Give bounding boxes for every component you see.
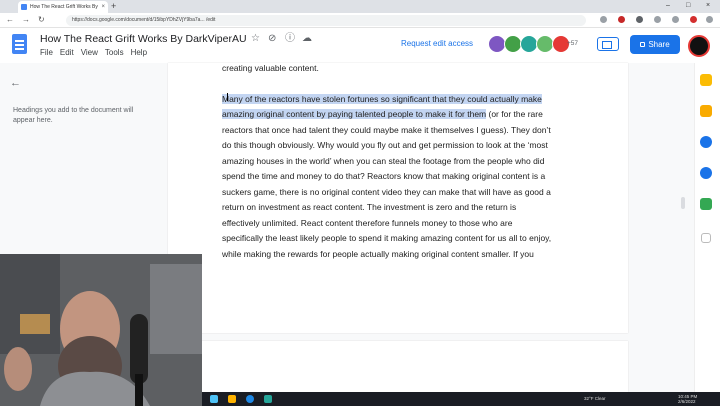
new-tab-button[interactable]: +	[111, 1, 116, 12]
offline-icon[interactable]: ⊘	[268, 33, 276, 45]
url-field[interactable]: https://docs.google.com/document/d/15ibp…	[66, 15, 586, 26]
selected-text: amazing original content by paying talen…	[222, 109, 487, 119]
paragraph-line: reactors that once had talent they could…	[222, 125, 551, 135]
side-panel	[694, 63, 720, 392]
address-bar-row: ← → ↻ https://docs.google.com/document/d…	[0, 13, 720, 28]
star-icon[interactable]: ☆	[251, 33, 260, 45]
paragraph-line: suckers game, there is no original conte…	[222, 187, 551, 197]
scrollbar-thumb[interactable]	[681, 197, 685, 209]
paragraph-line: amazing houses in the world’ when you ca…	[222, 156, 545, 166]
forward-icon[interactable]: →	[22, 15, 30, 25]
paragraph-line: specifically the least likely people to …	[222, 233, 552, 243]
maps-icon[interactable]	[700, 198, 712, 210]
docs-logo-icon[interactable]	[12, 34, 27, 54]
menu-tools[interactable]: Tools	[105, 48, 124, 57]
webcam-image	[0, 254, 202, 406]
contacts-icon[interactable]	[700, 167, 712, 179]
paragraph-line: Many of the reactors have stolen fortune…	[222, 92, 542, 107]
selected-text: Many of the reactors have stolen fortune…	[222, 94, 542, 104]
close-window-button[interactable]: ×	[706, 1, 710, 11]
more-viewers-count[interactable]: +57	[567, 40, 578, 47]
file-explorer-icon[interactable]	[210, 395, 218, 403]
webcam-overlay	[0, 254, 202, 406]
collections-icon[interactable]	[672, 16, 679, 23]
tasks-icon[interactable]	[700, 136, 712, 148]
minimize-button[interactable]: –	[666, 1, 670, 11]
clock-date[interactable]: 2/6/2022	[678, 399, 696, 404]
paragraph-line: return on investment as react content. T…	[222, 202, 517, 212]
browser-tab-strip: How The React Grift Works By D × + – □ ×	[0, 0, 720, 13]
tab-title: How The React Grift Works By D	[30, 4, 100, 10]
taskbar-app-icon[interactable]	[228, 395, 236, 403]
request-edit-access-link[interactable]: Request edit access	[401, 39, 473, 48]
paragraph-line: amazing original content by paying talen…	[222, 107, 543, 122]
share-button[interactable]: Share	[630, 35, 680, 54]
terminal-icon[interactable]	[264, 395, 272, 403]
keep-icon[interactable]	[700, 105, 712, 117]
paragraph-line: creating valuable content.	[222, 63, 319, 73]
document-page-next[interactable]	[200, 341, 628, 392]
paragraph-line: effectively unlimited. React content the…	[222, 218, 513, 228]
back-icon[interactable]: ←	[6, 15, 14, 25]
paragraph-text: (or for the rare	[486, 109, 543, 119]
edge-icon[interactable]	[246, 395, 254, 403]
tab-close-icon[interactable]: ×	[101, 4, 105, 10]
menu-file[interactable]: File	[40, 48, 53, 57]
menu-edit[interactable]: Edit	[60, 48, 74, 57]
extension-icon[interactable]	[636, 16, 643, 23]
paragraph-line: do this though obviously. Why would you …	[222, 140, 548, 150]
paragraph-line: while making the rewards for people actu…	[222, 249, 534, 259]
menu-view[interactable]: View	[81, 48, 98, 57]
lock-icon	[640, 42, 646, 47]
close-outline-icon[interactable]: ←	[10, 77, 21, 89]
info-icon[interactable]: ⓘ	[285, 33, 295, 45]
docs-header: How The React Grift Works By DarkViperAU…	[0, 28, 720, 63]
outline-hint: Headings you add to the document will ap…	[13, 107, 134, 124]
browser-tab[interactable]: How The React Grift Works By D ×	[18, 1, 108, 13]
text-cursor	[227, 93, 228, 101]
profile-icon[interactable]	[690, 16, 697, 23]
menu-help[interactable]: Help	[131, 48, 147, 57]
share-label: Share	[648, 40, 670, 49]
present-icon[interactable]	[597, 37, 619, 51]
get-addons-icon[interactable]	[701, 233, 711, 243]
screen: How The React Grift Works By D × + – □ ×…	[0, 0, 720, 406]
extension-icon[interactable]	[618, 16, 625, 23]
reload-icon[interactable]: ↻	[38, 15, 45, 25]
more-menu-icon[interactable]	[706, 16, 713, 23]
windows-taskbar: 32°F Clear 10:45 PM 2/6/2022	[202, 392, 720, 406]
menu-bar: File Edit View Tools Help	[40, 48, 147, 57]
weather-widget[interactable]: 32°F Clear	[584, 396, 606, 401]
calendar-icon[interactable]	[700, 74, 712, 86]
docs-favicon-icon	[21, 4, 27, 10]
maximize-button[interactable]: □	[686, 1, 690, 11]
favorites-icon[interactable]	[654, 16, 661, 23]
extension-icon[interactable]	[600, 16, 607, 23]
paragraph-line: spend the time and money to do that? Rea…	[222, 171, 546, 181]
cloud-status-icon: ☁	[302, 33, 312, 44]
document-title[interactable]: How The React Grift Works By DarkViperAU	[40, 33, 247, 45]
account-avatar[interactable]	[688, 35, 710, 57]
